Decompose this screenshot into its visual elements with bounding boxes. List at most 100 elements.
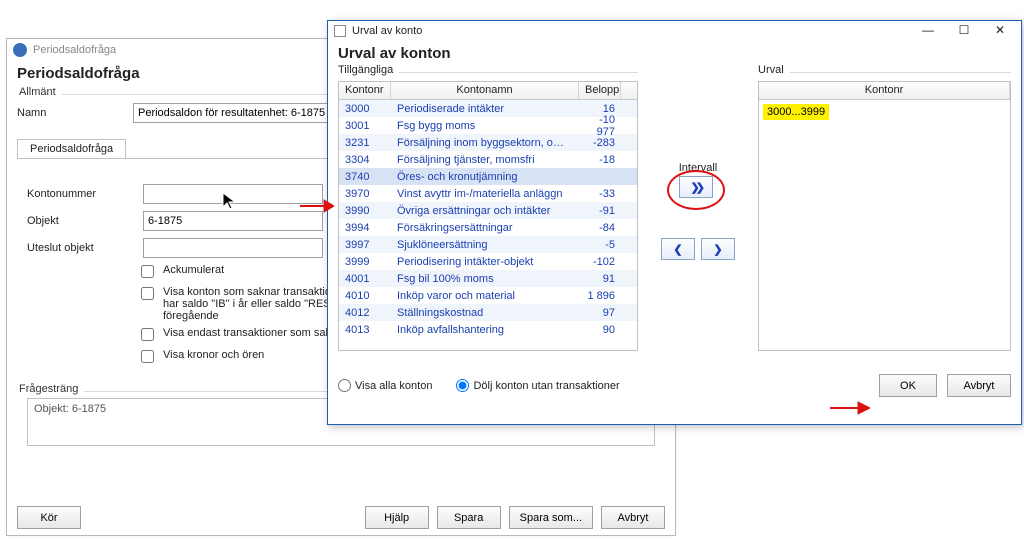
spara-som-button[interactable]: Spara som... bbox=[509, 506, 593, 529]
cell-kontonamn: Inköp varor och material bbox=[391, 289, 579, 303]
objekt-field[interactable] bbox=[143, 211, 323, 231]
hjalp-button[interactable]: Hjälp bbox=[365, 506, 429, 529]
cell-kontonr: 3231 bbox=[339, 136, 391, 150]
available-accounts-list[interactable]: Kontonr Kontonamn Belopp 3000Periodisera… bbox=[338, 81, 638, 351]
fragestrang-value: Objekt: 6-1875 bbox=[34, 403, 106, 415]
move-right-button[interactable]: ❯ bbox=[701, 238, 735, 260]
tillgangliga-legend: Tillgängliga bbox=[338, 64, 399, 76]
cell-kontonr: 3970 bbox=[339, 187, 391, 201]
intervall-add-button[interactable]: ❯❯ bbox=[679, 176, 713, 198]
allmant-legend: Allmänt bbox=[17, 86, 62, 98]
cell-kontonamn: Inköp avfallshantering bbox=[391, 323, 579, 337]
selection-chip[interactable]: 3000...3999 bbox=[763, 104, 829, 120]
cell-belopp: -18 bbox=[579, 153, 621, 167]
maximize-button[interactable]: ☐ bbox=[949, 23, 979, 40]
urval-legend: Urval bbox=[758, 64, 790, 76]
endast-saknar-checkbox[interactable] bbox=[141, 328, 154, 341]
account-row[interactable]: 3001Fsg bygg moms-10 977 bbox=[339, 117, 637, 134]
cell-kontonr: 4013 bbox=[339, 323, 391, 337]
dialog-avbryt-button[interactable]: Avbryt bbox=[947, 374, 1011, 397]
tab-periodsaldofraga[interactable]: Periodsaldofråga bbox=[17, 139, 126, 158]
transfer-buttons-column: Intervall ❯❯ ❮ ❯ bbox=[656, 72, 740, 368]
cell-kontonr: 4010 bbox=[339, 289, 391, 303]
back-title: Periodsaldofråga bbox=[33, 44, 116, 56]
kronor-oren-checkbox[interactable] bbox=[141, 350, 154, 363]
objekt-label: Objekt bbox=[27, 215, 137, 227]
dialog-app-icon bbox=[334, 25, 346, 37]
col-kontonr[interactable]: Kontonr bbox=[339, 82, 391, 99]
intervall-label: Intervall bbox=[679, 162, 718, 174]
cell-kontonr: 3001 bbox=[339, 119, 391, 133]
spara-button[interactable]: Spara bbox=[437, 506, 501, 529]
selected-list-header: Kontonr bbox=[759, 82, 1010, 100]
kontonr-field[interactable] bbox=[143, 184, 323, 204]
account-row[interactable]: 3740Öres- och kronutjämning bbox=[339, 168, 637, 185]
col-kontonamn[interactable]: Kontonamn bbox=[391, 82, 579, 99]
account-row[interactable]: 3304Försäljning tjänster, momsfri-18 bbox=[339, 151, 637, 168]
account-row[interactable]: 3999Periodisering intäkter-objekt-102 bbox=[339, 253, 637, 270]
account-row[interactable]: 3994Försäkringsersättningar-84 bbox=[339, 219, 637, 236]
bottom-button-bar: Kör Hjälp Spara Spara som... Avbryt bbox=[17, 506, 665, 529]
cell-belopp: -91 bbox=[579, 204, 621, 218]
cell-belopp: 90 bbox=[579, 323, 621, 337]
cell-belopp: -102 bbox=[579, 255, 621, 269]
cell-kontonr: 4012 bbox=[339, 306, 391, 320]
avbryt-button[interactable]: Avbryt bbox=[601, 506, 665, 529]
col-right-kontonr[interactable]: Kontonr bbox=[759, 82, 1010, 99]
cell-kontonr: 3999 bbox=[339, 255, 391, 269]
close-button[interactable]: ✕ bbox=[985, 23, 1015, 40]
cell-kontonamn: Fsg bygg moms bbox=[391, 119, 579, 133]
available-list-header: Kontonr Kontonamn Belopp bbox=[339, 82, 637, 100]
cell-kontonr: 3994 bbox=[339, 221, 391, 235]
cell-kontonr: 3304 bbox=[339, 153, 391, 167]
cell-belopp: -33 bbox=[579, 187, 621, 201]
cell-belopp: -84 bbox=[579, 221, 621, 235]
kor-button[interactable]: Kör bbox=[17, 506, 81, 529]
visa-alla-radio-row[interactable]: Visa alla konton bbox=[338, 379, 432, 392]
cell-kontonamn: Försäkringsersättningar bbox=[391, 221, 579, 235]
cell-kontonamn: Försäljning inom byggsektorn, omv s… bbox=[391, 136, 579, 150]
kronor-oren-label: Visa kronor och ören bbox=[163, 349, 264, 361]
cell-kontonamn: Vinst avyttr im-/materiella anläggn bbox=[391, 187, 579, 201]
cell-belopp: 97 bbox=[579, 306, 621, 320]
account-row[interactable]: 4001Fsg bil 100% moms91 bbox=[339, 270, 637, 287]
cell-kontonamn: Ställningskostnad bbox=[391, 306, 579, 320]
selected-accounts-list[interactable]: Kontonr 3000...3999 bbox=[758, 81, 1011, 351]
cell-kontonr: 3997 bbox=[339, 238, 391, 252]
uteslut-label: Uteslut objekt bbox=[27, 242, 137, 254]
visa-alla-radio[interactable] bbox=[338, 379, 351, 392]
namn-label: Namn bbox=[17, 107, 127, 119]
cell-kontonamn: Försäljning tjänster, momsfri bbox=[391, 153, 579, 167]
account-row[interactable]: 4012Ställningskostnad97 bbox=[339, 304, 637, 321]
account-row[interactable]: 3997Sjuklöneersättning-5 bbox=[339, 236, 637, 253]
dialog-footer: Visa alla konton Dölj konton utan transa… bbox=[328, 368, 1021, 403]
cell-belopp: 91 bbox=[579, 272, 621, 286]
uteslut-field[interactable] bbox=[143, 238, 323, 258]
cell-belopp: -5 bbox=[579, 238, 621, 252]
minimize-button[interactable]: — bbox=[913, 23, 943, 40]
cell-kontonr: 3740 bbox=[339, 170, 391, 184]
col-belopp[interactable]: Belopp bbox=[579, 82, 621, 99]
ackumulerat-label: Ackumulerat bbox=[163, 264, 224, 276]
cell-kontonr: 3000 bbox=[339, 102, 391, 116]
dialog-titlebar: Urval av konto — ☐ ✕ bbox=[328, 21, 1021, 41]
ok-button[interactable]: OK bbox=[879, 374, 937, 397]
saknar-trans-checkbox[interactable] bbox=[141, 287, 154, 300]
dolj-radio[interactable] bbox=[456, 379, 469, 392]
urval-panel: Urval Kontonr 3000...3999 bbox=[758, 72, 1011, 368]
cell-belopp: -283 bbox=[579, 136, 621, 150]
dolj-radio-row[interactable]: Dölj konton utan transaktioner bbox=[456, 379, 619, 392]
cell-kontonr: 4001 bbox=[339, 272, 391, 286]
cell-kontonamn: Fsg bil 100% moms bbox=[391, 272, 579, 286]
cell-kontonamn: Övriga ersättningar och intäkter bbox=[391, 204, 579, 218]
account-row[interactable]: 4010Inköp varor och material1 896 bbox=[339, 287, 637, 304]
ackumulerat-checkbox[interactable] bbox=[141, 265, 154, 278]
account-row[interactable]: 3990Övriga ersättningar och intäkter-91 bbox=[339, 202, 637, 219]
account-row[interactable]: 3231Försäljning inom byggsektorn, omv s…… bbox=[339, 134, 637, 151]
cell-belopp bbox=[579, 176, 621, 178]
cell-kontonr: 3990 bbox=[339, 204, 391, 218]
cell-kontonamn: Periodisering intäkter-objekt bbox=[391, 255, 579, 269]
account-row[interactable]: 4013Inköp avfallshantering90 bbox=[339, 321, 637, 338]
account-row[interactable]: 3970Vinst avyttr im-/materiella anläggn-… bbox=[339, 185, 637, 202]
move-left-button[interactable]: ❮ bbox=[661, 238, 695, 260]
